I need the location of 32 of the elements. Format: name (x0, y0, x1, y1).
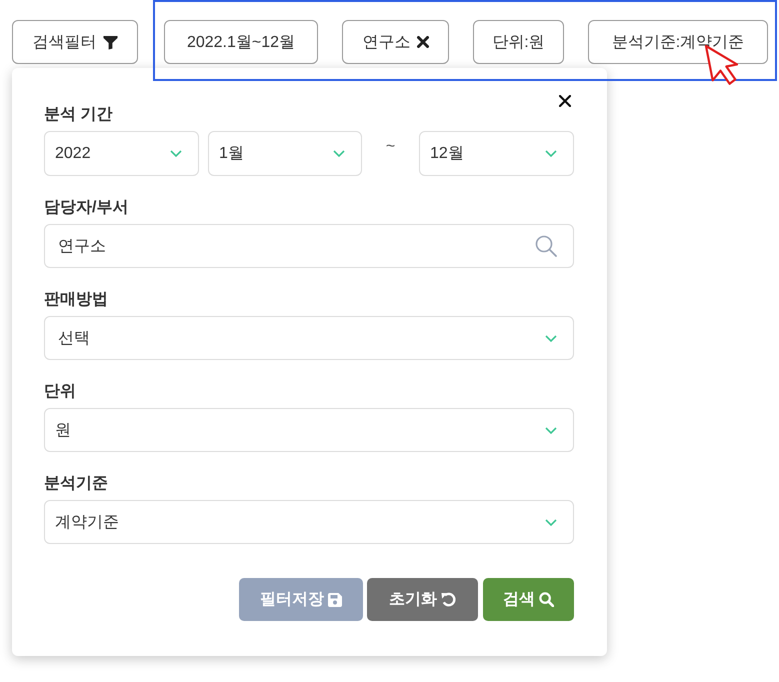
month-select[interactable]: 12월 (419, 131, 574, 176)
field-label: 분석기준 (44, 474, 109, 494)
chevron-down-icon (333, 150, 345, 157)
filter-chip[interactable]: 2022.1월~12월 (164, 20, 318, 64)
filter-chip[interactable]: 분석기준:계약기준 (588, 20, 768, 64)
dropdown-select[interactable]: 원 (44, 408, 574, 452)
undo-icon (441, 592, 456, 607)
chevron-down-icon (545, 518, 557, 526)
filter-chip[interactable]: 단위:원 (473, 20, 564, 64)
dropdown-select[interactable]: 선택 (44, 316, 574, 360)
filter-chip[interactable]: 연구소 (342, 20, 449, 64)
reset-button[interactable]: 초기화 (367, 578, 478, 621)
year-select[interactable]: 2022 (44, 131, 199, 176)
field-label: 담당자/부서 (44, 198, 130, 218)
dropdown-select[interactable]: 계약기준 (44, 500, 574, 544)
filter-button[interactable]: 검색필터 (12, 20, 138, 64)
x-icon[interactable] (416, 36, 428, 48)
search-icon (539, 592, 554, 607)
chevron-down-icon (545, 334, 557, 342)
range-separator: ~ (386, 137, 396, 157)
chevron-down-icon (545, 150, 557, 157)
field-label: 판매방법 (44, 290, 109, 310)
chevron-down-icon (170, 150, 182, 157)
funnel-icon (102, 34, 118, 50)
field-label: 분석 기간 (44, 105, 114, 125)
chevron-down-icon (545, 426, 557, 434)
search-field[interactable]: 연구소 (44, 224, 574, 268)
search-icon (535, 235, 557, 257)
field-label: 단위 (44, 382, 77, 402)
close-icon[interactable] (559, 95, 571, 107)
search-button[interactable]: 검색 (483, 578, 574, 621)
month-select[interactable]: 1월 (208, 131, 362, 176)
